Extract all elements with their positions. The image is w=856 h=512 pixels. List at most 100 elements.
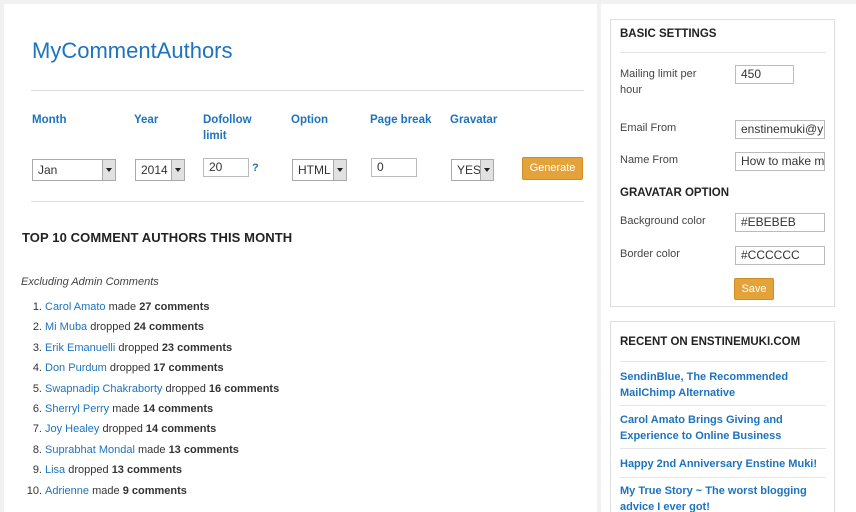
dofollow-limit-input[interactable]: 20: [203, 158, 249, 177]
list-item-number: 7.: [32, 423, 42, 436]
chevron-down-icon: [171, 160, 184, 180]
email-from-label: Email From: [620, 122, 677, 134]
comment-count: 9 comments: [122, 484, 187, 497]
mailing-limit-label: Mailing limit per hour: [620, 68, 697, 96]
option-select-value: HTML: [298, 163, 331, 177]
chevron-down-icon: [333, 160, 346, 180]
author-name-link[interactable]: Swapnadip Chakraborty: [45, 383, 162, 395]
name-from-value: How to make m: [741, 154, 825, 168]
comment-count: 17 comments: [153, 362, 224, 375]
recent-divider: [620, 448, 826, 449]
list-item-number: 8.: [32, 443, 42, 456]
divider-bottom: [31, 201, 584, 202]
background-color-value: #EBEBEB: [741, 215, 796, 229]
list-item: 9. Lisa dropped 13 comments: [22, 464, 279, 484]
main-panel: MyCommentAuthors Month Year Dofollow lim…: [4, 4, 597, 512]
author-verb: dropped: [68, 464, 109, 477]
year-select[interactable]: 2014: [135, 159, 185, 181]
list-item-number: 5.: [32, 382, 42, 395]
basic-settings-title: BASIC SETTINGS: [620, 28, 717, 40]
list-item: 3. Erik Emanuelli dropped 23 comments: [22, 342, 279, 362]
recent-posts-box: RECENT ON ENSTINEMUKI.COM SendinBlue, Th…: [610, 321, 835, 512]
recent-divider: [620, 405, 826, 406]
list-item: 4. Don Purdum dropped 17 comments: [22, 362, 279, 382]
mailing-limit-value: 450: [741, 67, 762, 81]
list-item: 6. Sherryl Perry made 14 comments: [22, 403, 279, 423]
author-name-link[interactable]: Adrienne: [45, 485, 89, 497]
author-name-link[interactable]: Lisa: [45, 464, 65, 476]
author-verb: made: [92, 484, 120, 497]
comment-count: 23 comments: [161, 341, 233, 354]
author-name-link[interactable]: Mi Muba: [45, 321, 87, 333]
month-select-value: Jan: [38, 163, 58, 177]
border-color-input[interactable]: #CCCCCC: [735, 246, 825, 265]
month-select[interactable]: Jan: [32, 159, 116, 181]
report-heading: TOP 10 COMMENT AUTHORS THIS MONTH: [22, 230, 293, 245]
chevron-down-icon: [102, 160, 115, 180]
comment-count: 13 comments: [168, 443, 239, 456]
list-item: 8. Suprabhat Mondal made 13 comments: [22, 444, 279, 464]
author-verb: dropped: [165, 382, 206, 395]
dofollow-limit-label: Dofollow limit: [203, 114, 252, 142]
comment-count: 16 comments: [208, 382, 280, 395]
recent-post-link[interactable]: SendinBlue, The Recommended MailChimp Al…: [620, 370, 825, 401]
author-name-link[interactable]: Joy Healey: [45, 423, 99, 435]
chevron-down-icon: [480, 160, 493, 180]
author-verb: dropped: [102, 423, 143, 436]
comment-count: 14 comments: [142, 402, 214, 415]
comment-count: 24 comments: [133, 321, 204, 334]
sidebar: BASIC SETTINGS Mailing limit per hour 45…: [601, 4, 856, 512]
divider-top: [31, 90, 584, 91]
author-name-link[interactable]: Sherryl Perry: [45, 403, 109, 415]
page-break-input[interactable]: 0: [371, 158, 417, 177]
page-break-value: 0: [377, 160, 384, 174]
list-item-number: 9.: [32, 464, 42, 477]
page-title: MyCommentAuthors: [32, 38, 233, 63]
border-color-value: #CCCCCC: [741, 248, 800, 262]
recent-post-link[interactable]: Happy 2nd Anniversary Enstine Muki!: [620, 457, 825, 473]
report-note: Excluding Admin Comments: [21, 276, 159, 288]
settings-divider: [620, 52, 826, 53]
comment-count: 13 comments: [111, 464, 182, 477]
list-item: 1. Carol Amato made 27 comments: [22, 301, 279, 321]
background-color-input[interactable]: #EBEBEB: [735, 213, 825, 232]
author-verb: dropped: [90, 321, 131, 334]
author-verb: made: [137, 443, 166, 456]
list-item-number: 1.: [32, 301, 42, 313]
option-select[interactable]: HTML: [292, 159, 347, 181]
list-item-number: 10.: [26, 484, 42, 497]
author-name-link[interactable]: Don Purdum: [45, 362, 107, 374]
list-item-number: 6.: [32, 402, 42, 415]
dofollow-help-link[interactable]: ?: [252, 162, 259, 174]
recent-posts-title: RECENT ON ENSTINEMUKI.COM: [620, 336, 801, 348]
recent-post-link[interactable]: My True Story ~ The worst blogging advic…: [620, 484, 825, 512]
recent-divider: [620, 477, 826, 478]
dofollow-limit-value: 20: [209, 160, 223, 174]
name-from-input[interactable]: How to make m: [735, 152, 825, 171]
email-from-input[interactable]: enstinemuki@y: [735, 120, 825, 139]
mailing-limit-input[interactable]: 450: [735, 65, 794, 84]
author-name-link[interactable]: Carol Amato: [45, 301, 106, 313]
authors-list: 1. Carol Amato made 27 comments 2. Mi Muba …: [22, 301, 280, 505]
recent-divider: [620, 361, 826, 362]
generate-button[interactable]: Generate: [522, 157, 583, 180]
border-color-label: Border color: [620, 248, 680, 260]
save-button[interactable]: Save: [734, 278, 774, 300]
email-from-value: enstinemuki@y: [741, 122, 824, 136]
list-item-number: 4.: [32, 362, 42, 375]
list-item-number: 2.: [32, 321, 42, 334]
year-select-value: 2014: [141, 163, 168, 177]
author-name-link[interactable]: Erik Emanuelli: [45, 342, 115, 354]
list-item: 10. Adrienne made 9 comments: [22, 485, 279, 505]
author-verb: made: [108, 301, 137, 313]
page-break-label: Page break: [370, 114, 432, 126]
basic-settings-box: BASIC SETTINGS Mailing limit per hour 45…: [610, 19, 835, 307]
author-name-link[interactable]: Suprabhat Mondal: [45, 444, 135, 456]
list-item: 2. Mi Muba dropped 24 comments: [22, 321, 279, 341]
comment-count: 14 comments: [145, 423, 217, 436]
month-label: Month: [32, 114, 67, 126]
year-label: Year: [134, 114, 159, 126]
list-item: 7. Joy Healey dropped 14 comments: [22, 423, 279, 443]
gravatar-select[interactable]: YES: [451, 159, 494, 181]
recent-post-link[interactable]: Carol Amato Brings Giving and Experience…: [620, 413, 825, 444]
